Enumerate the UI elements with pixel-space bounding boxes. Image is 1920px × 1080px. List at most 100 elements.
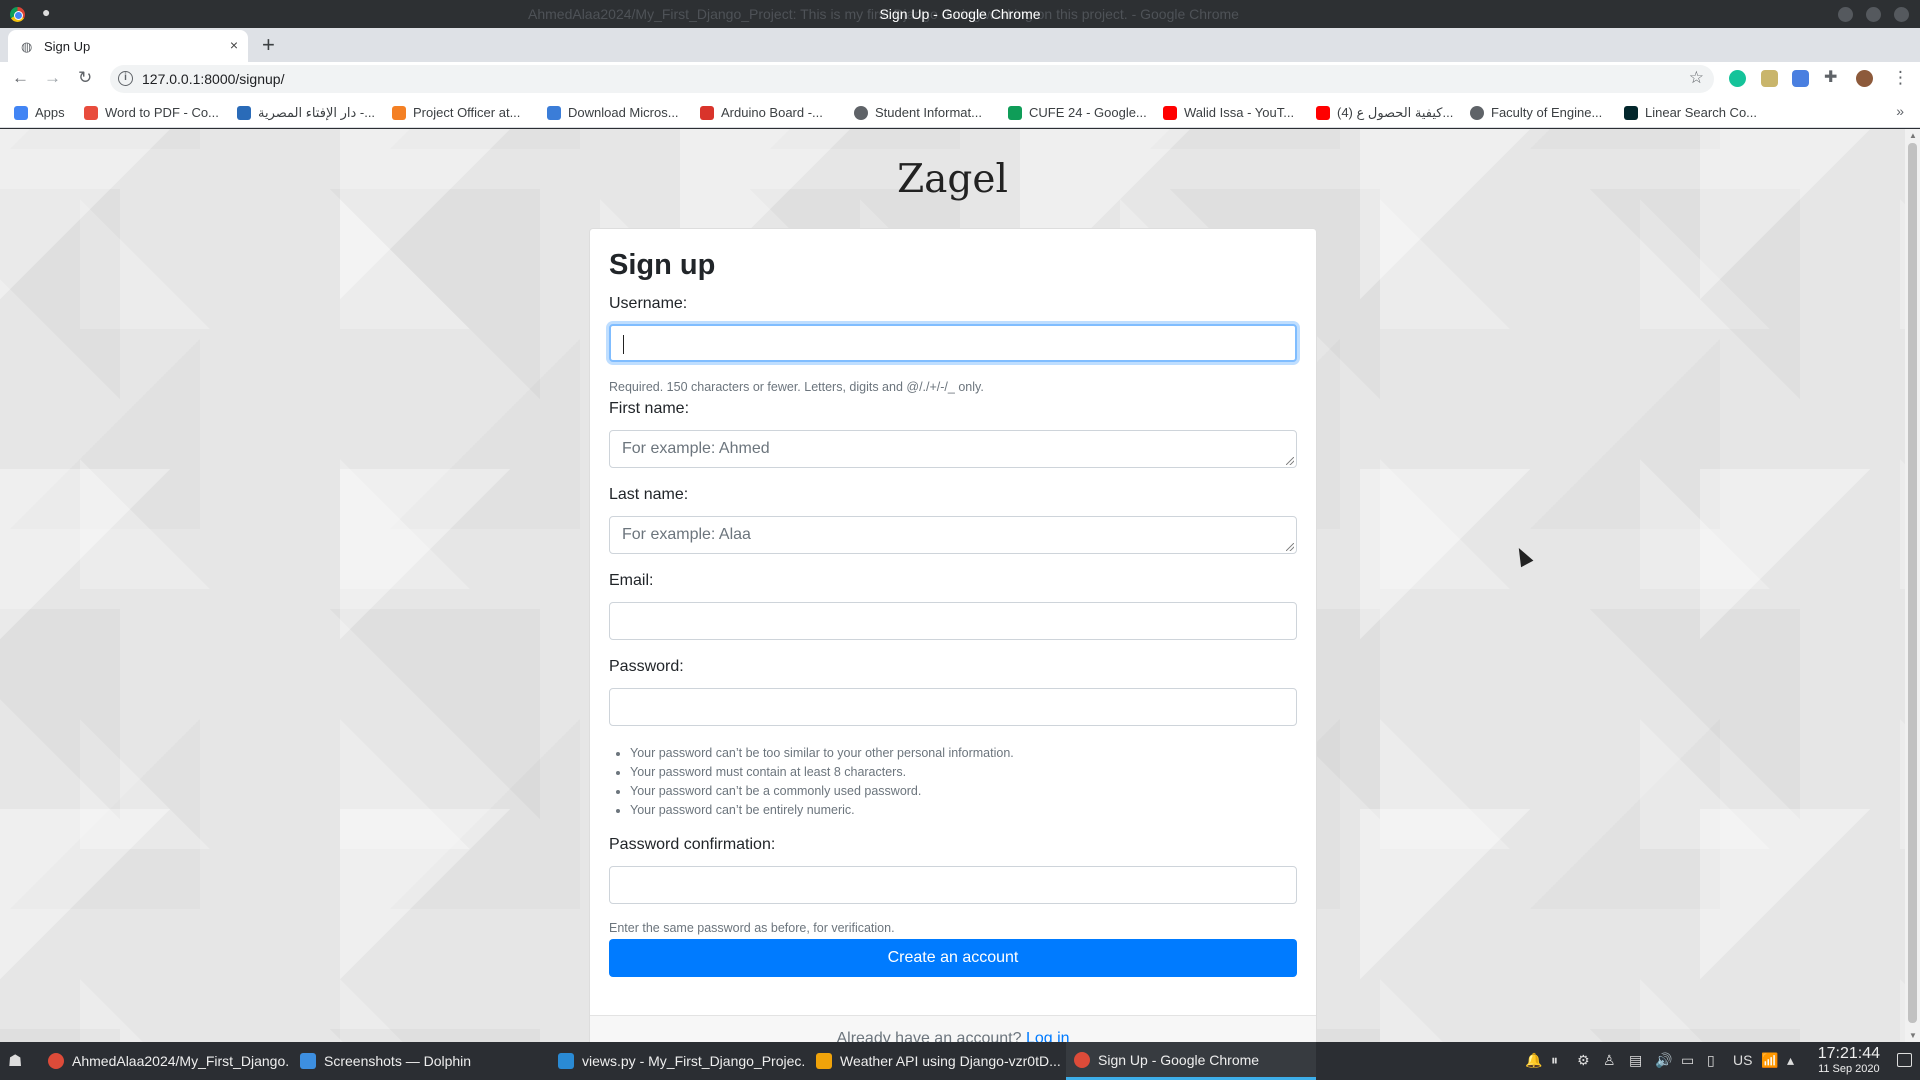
resize-grip-icon[interactable] bbox=[1286, 457, 1294, 465]
google-drive-icon bbox=[1008, 105, 1022, 120]
battery-icon[interactable]: ▭ bbox=[1681, 1052, 1694, 1069]
globe-icon: ◍ bbox=[21, 39, 33, 54]
maximize-window-button[interactable] bbox=[1866, 7, 1881, 22]
scroll-down-icon[interactable]: ▼ bbox=[1909, 1031, 1917, 1040]
last-name-input[interactable]: For example: Alaa bbox=[609, 516, 1297, 554]
extensions-puzzle-icon[interactable]: ✚ bbox=[1824, 67, 1841, 86]
task-label: AhmedAlaa2024/My_First_Django... bbox=[72, 1053, 290, 1069]
user-icon[interactable]: ♙ bbox=[1603, 1052, 1616, 1069]
wifi-icon[interactable]: 📶 bbox=[1761, 1052, 1778, 1069]
page-scrollbar[interactable]: ▲ ▼ bbox=[1905, 129, 1920, 1042]
tray-expand-icon[interactable]: ▴ bbox=[1787, 1052, 1794, 1069]
bookmark-walid-issa[interactable]: Walid Issa - YouT... bbox=[1163, 105, 1294, 120]
tab-sign-up[interactable]: ◍ Sign Up × bbox=[8, 30, 248, 62]
bookmark-dar-alifta[interactable]: دار الإفتاء المصرية -... bbox=[237, 105, 375, 121]
password-rule: Your password must contain at least 8 ch… bbox=[630, 763, 1014, 782]
bookmark-arduino[interactable]: Arduino Board -... bbox=[700, 105, 823, 120]
video-player-icon bbox=[816, 1053, 832, 1069]
resize-grip-icon[interactable] bbox=[1286, 543, 1294, 551]
first-name-placeholder: For example: Ahmed bbox=[622, 440, 770, 457]
window-titlebar: ● AhmedAlaa2024/My_First_Django_Project:… bbox=[0, 0, 1920, 28]
dolphin-icon bbox=[300, 1053, 316, 1069]
back-button[interactable]: ← bbox=[12, 68, 29, 88]
bookmark-apps[interactable]: Apps bbox=[14, 105, 65, 120]
grammarly-extension-icon[interactable] bbox=[1729, 70, 1746, 87]
edx-icon bbox=[1624, 105, 1638, 120]
password-confirm-input[interactable] bbox=[609, 866, 1297, 904]
username-input[interactable] bbox=[609, 324, 1297, 362]
database-icon[interactable]: ⚙ bbox=[1577, 1052, 1590, 1069]
globe-icon bbox=[1470, 105, 1484, 120]
card-footer: Already have an account? Log in bbox=[590, 1015, 1316, 1042]
password-confirm-label: Password confirmation: bbox=[609, 836, 776, 853]
bookmark-label: Linear Search Co... bbox=[1645, 105, 1758, 120]
first-name-input[interactable]: For example: Ahmed bbox=[609, 430, 1297, 468]
device-icon[interactable]: ▯ bbox=[1707, 1052, 1715, 1069]
email-input[interactable] bbox=[609, 602, 1297, 640]
url-text[interactable]: 127.0.0.1:8000/signup/ bbox=[142, 71, 284, 87]
volume-icon[interactable]: 🔊 bbox=[1655, 1052, 1672, 1069]
apps-grid-icon bbox=[14, 105, 28, 120]
application-launcher-icon[interactable]: ☗ bbox=[8, 1051, 22, 1071]
window-title: Sign Up - Google Chrome bbox=[879, 6, 1041, 22]
minimize-window-button[interactable] bbox=[1838, 7, 1853, 22]
footer-text: Already have an account? bbox=[836, 1030, 1022, 1042]
word-to-pdf-icon bbox=[84, 105, 98, 120]
forward-button[interactable]: → bbox=[44, 68, 61, 88]
bookmark-project-officer[interactable]: Project Officer at... bbox=[392, 105, 520, 120]
reload-button[interactable]: ↻ bbox=[78, 68, 92, 88]
bookmark-label: Download Micros... bbox=[568, 105, 679, 120]
profile-avatar[interactable] bbox=[1856, 70, 1873, 87]
image-extension-icon[interactable] bbox=[1761, 70, 1778, 87]
scrollbar-thumb[interactable] bbox=[1908, 143, 1917, 1023]
bookmark-word-to-pdf[interactable]: Word to PDF - Co... bbox=[84, 105, 219, 120]
text-caret bbox=[623, 335, 624, 354]
taskbar-task-video-player[interactable]: Weather API using Django-vzr0tD... bbox=[808, 1042, 1064, 1080]
taskbar-task-vscode[interactable]: views.py - My_First_Django_Projec... bbox=[550, 1042, 806, 1080]
create-account-button[interactable]: Create an account bbox=[609, 939, 1297, 977]
bookmark-download-microsoft[interactable]: Download Micros... bbox=[547, 105, 679, 120]
taskbar-task-dolphin[interactable]: Screenshots — Dolphin bbox=[292, 1042, 548, 1080]
scroll-up-icon[interactable]: ▲ bbox=[1909, 131, 1917, 140]
site-brand: Zagel bbox=[897, 157, 1008, 202]
task-label: views.py - My_First_Django_Projec... bbox=[582, 1053, 806, 1069]
task-label: Weather API using Django-vzr0tD... bbox=[840, 1053, 1061, 1069]
tab-close-icon[interactable]: × bbox=[230, 37, 238, 53]
bookmark-label: Word to PDF - Co... bbox=[105, 105, 219, 120]
last-name-placeholder: For example: Alaa bbox=[622, 526, 751, 543]
keyboard-layout-indicator[interactable]: US bbox=[1733, 1052, 1752, 1068]
notifications-icon[interactable]: 🔔 bbox=[1525, 1052, 1542, 1069]
login-link[interactable]: Log in bbox=[1026, 1030, 1070, 1042]
taskbar-task-sign-up[interactable]: Sign Up - Google Chrome bbox=[1066, 1042, 1316, 1080]
browser-menu-icon[interactable]: ⋮ bbox=[1892, 68, 1909, 88]
youtube-icon bbox=[1163, 105, 1177, 120]
email-label: Email: bbox=[609, 572, 654, 589]
bookmark-faculty-of-engineering[interactable]: Faculty of Engine... bbox=[1470, 105, 1602, 120]
bookmark-cufe-24[interactable]: CUFE 24 - Google... bbox=[1008, 105, 1147, 120]
first-name-label: First name: bbox=[609, 400, 690, 417]
translate-extension-icon[interactable] bbox=[1792, 70, 1809, 87]
password-input[interactable] bbox=[609, 688, 1297, 726]
bookmark-youtube-arabic[interactable]: (4) كيفية الحصول ع... bbox=[1316, 105, 1453, 121]
bookmark-student-information[interactable]: Student Informat... bbox=[854, 105, 982, 120]
address-bar[interactable]: i 127.0.0.1:8000/signup/ ☆ bbox=[110, 65, 1714, 93]
bookmark-star-icon[interactable]: ☆ bbox=[1689, 68, 1704, 88]
dar-alifta-icon bbox=[237, 106, 251, 120]
clock[interactable]: 17:21:44 11 Sep 2020 bbox=[1818, 1045, 1880, 1075]
mouse-cursor-icon bbox=[1512, 544, 1534, 568]
new-tab-button[interactable]: + bbox=[262, 32, 275, 58]
site-info-icon[interactable]: i bbox=[118, 71, 133, 86]
clipboard-icon[interactable]: ▤ bbox=[1629, 1052, 1642, 1069]
username-help-text: Required. 150 characters or fewer. Lette… bbox=[609, 380, 984, 394]
media-pause-icon[interactable]: ⏸ bbox=[1551, 1052, 1558, 1069]
task-label: Screenshots — Dolphin bbox=[324, 1053, 472, 1069]
tab-title: Sign Up bbox=[44, 39, 91, 54]
taskbar-task-github[interactable]: AhmedAlaa2024/My_First_Django... bbox=[40, 1042, 290, 1080]
arduino-icon bbox=[700, 105, 714, 120]
bookmarks-overflow-button[interactable]: » bbox=[1896, 103, 1904, 119]
bookmark-linear-search[interactable]: Linear Search Co... bbox=[1624, 105, 1757, 120]
show-desktop-icon[interactable] bbox=[1897, 1053, 1912, 1067]
signup-card: Sign up Username: Required. 150 characte… bbox=[589, 228, 1317, 1042]
task-label: Sign Up - Google Chrome bbox=[1098, 1051, 1260, 1068]
close-window-button[interactable] bbox=[1894, 7, 1909, 22]
